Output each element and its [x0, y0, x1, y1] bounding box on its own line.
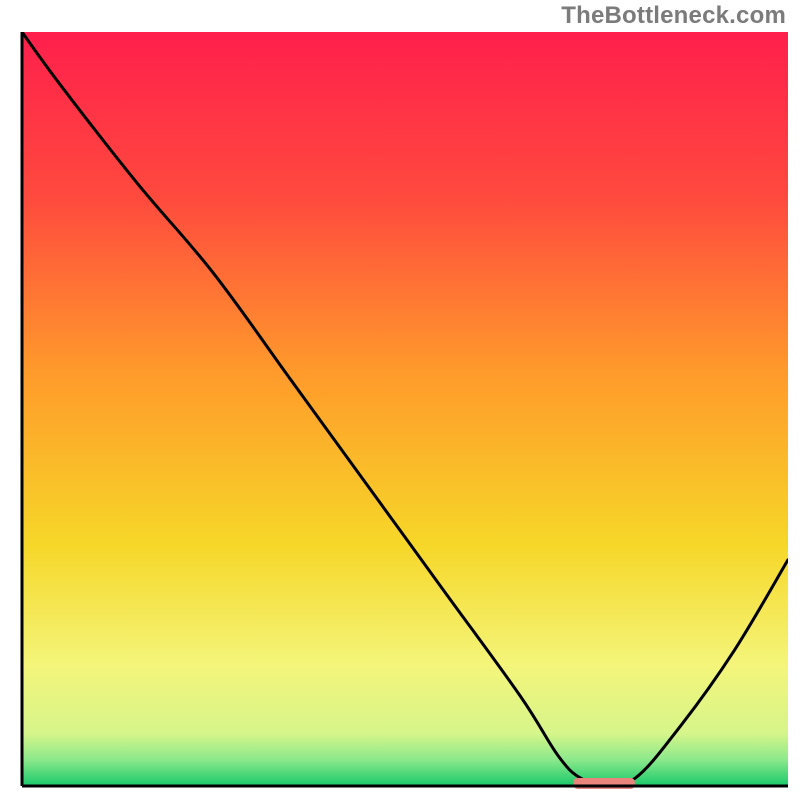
bottleneck-chart [0, 0, 800, 800]
watermark-text: TheBottleneck.com [561, 2, 786, 30]
gradient-background [22, 32, 788, 786]
